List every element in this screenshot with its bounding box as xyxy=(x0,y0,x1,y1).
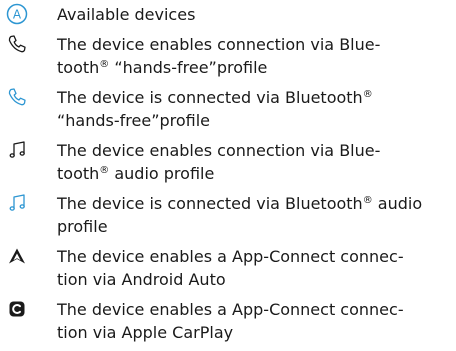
legend-text-line: The device is connected via Bluetooth® xyxy=(57,88,373,107)
legend-text-line: The device enables a App-Connect connec- xyxy=(57,247,404,266)
legend-text-line: profile xyxy=(57,217,108,236)
legend-text-line: The device is connected via Bluetooth® a… xyxy=(57,194,423,213)
legend-text-line: tion via Apple CarPlay xyxy=(57,323,234,342)
legend-text: The device is connected via Bluetooth® a… xyxy=(57,192,449,238)
legend-text-line: The device enables a App-Connect connec- xyxy=(57,300,404,319)
icon-legend: A Available devices The device enables c… xyxy=(0,0,456,351)
registered-mark: ® xyxy=(99,165,110,176)
legend-text-line: tion via Android Auto xyxy=(57,270,226,289)
registered-mark: ® xyxy=(99,59,110,70)
legend-text: The device enables a App-Connect connec-… xyxy=(57,298,449,344)
legend-text: The device enables a App-Connect connec-… xyxy=(57,245,449,291)
svg-text:A: A xyxy=(13,8,22,22)
legend-text-line: The device enables connection via Blue- xyxy=(57,35,381,54)
legend-text-line: tooth® audio profile xyxy=(57,164,215,183)
phone-handset-icon xyxy=(6,33,28,55)
music-note-icon xyxy=(6,139,28,161)
legend-text-line: Available devices xyxy=(57,5,196,24)
legend-text-line: tooth® “hands-free”profile xyxy=(57,58,268,77)
apple-carplay-icon xyxy=(6,298,28,320)
legend-text: The device enables connection via Blue- … xyxy=(57,33,449,79)
registered-mark: ® xyxy=(362,89,373,100)
registered-mark: ® xyxy=(362,195,373,206)
music-note-connected-icon xyxy=(6,192,28,214)
letter-a-circle-icon: A xyxy=(6,3,28,25)
android-auto-icon xyxy=(6,245,28,267)
legend-text: Available devices xyxy=(57,3,449,26)
legend-text-line: The device enables connection via Blue- xyxy=(57,141,381,160)
legend-text: The device enables connection via Blue- … xyxy=(57,139,449,185)
phone-handset-connected-icon xyxy=(6,86,28,108)
legend-text: The device is connected via Bluetooth® “… xyxy=(57,86,449,132)
legend-text-line: “hands-free”profile xyxy=(57,111,211,130)
